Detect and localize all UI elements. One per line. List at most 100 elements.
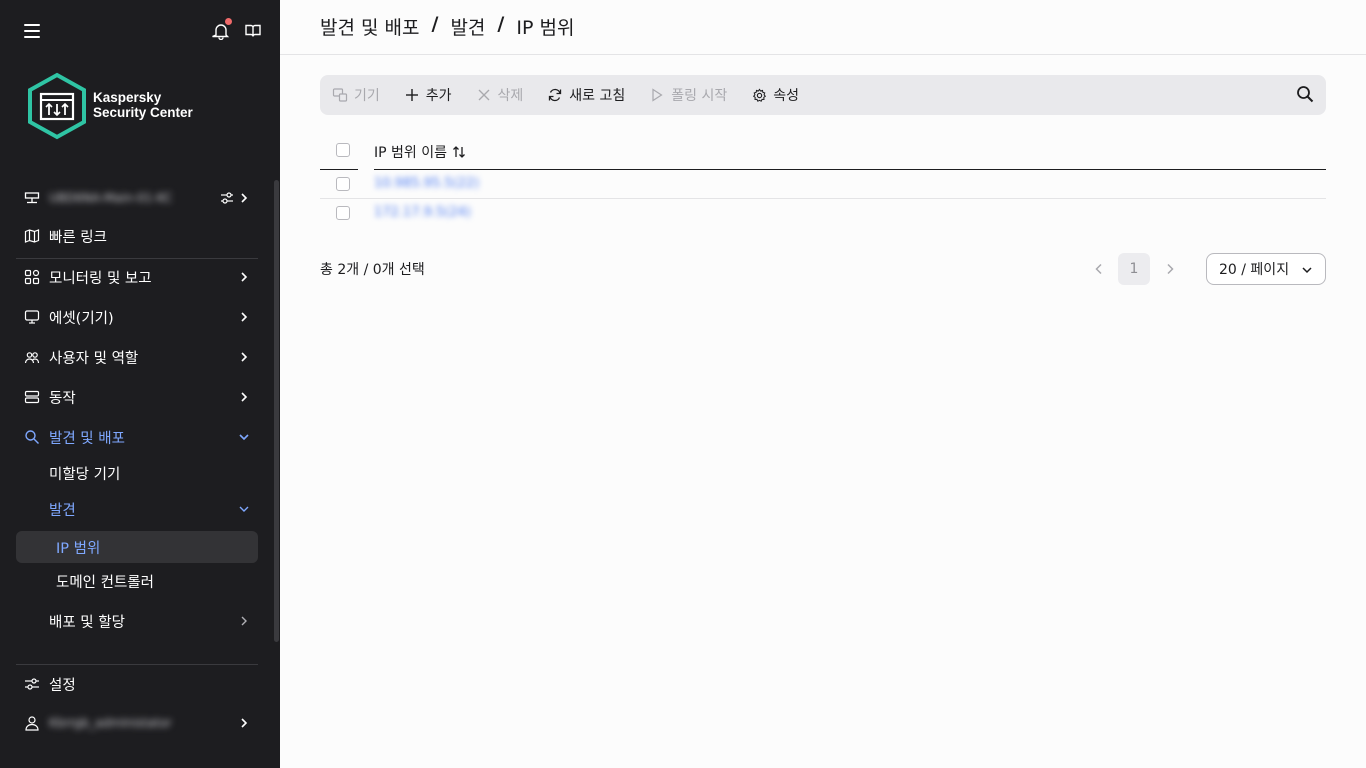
chevron-right-icon: [241, 193, 248, 203]
sidebar-item-quick-links[interactable]: 빠른 링크: [16, 220, 258, 252]
breadcrumb-separator: /: [497, 13, 505, 35]
sidebar-divider: [16, 664, 258, 665]
table-row[interactable]: 172.17.9.5(24): [320, 199, 1326, 228]
server-settings-icon[interactable]: [220, 191, 234, 209]
sidebar-top: [0, 0, 280, 64]
quick-links-label: 빠른 링크: [49, 229, 107, 246]
chevron-right-icon: [241, 718, 248, 728]
chevron-right-icon: [241, 272, 248, 282]
sidebar-item-ip-ranges[interactable]: IP 범위: [16, 531, 258, 563]
logo-text: Kaspersky Security Center: [93, 90, 193, 120]
play-icon: [649, 87, 665, 103]
select-all-checkbox[interactable]: [336, 143, 350, 157]
sidebar-divider: [16, 258, 258, 259]
devices-label: 기기: [354, 88, 380, 104]
breadcrumb-ip-ranges: IP 범위: [516, 17, 575, 39]
ip-ranges-label: IP 범위: [56, 540, 101, 557]
row-checkbox[interactable]: [336, 177, 350, 191]
sidebar-item-operations[interactable]: 동작: [16, 381, 258, 413]
domain-controllers-label: 도메인 컨트롤러: [56, 574, 154, 591]
search-icon[interactable]: [1296, 85, 1316, 105]
sidebar-item-settings[interactable]: 설정: [16, 668, 258, 700]
logo-line1: Kaspersky: [93, 90, 162, 105]
delete-button[interactable]: 삭제: [464, 75, 536, 115]
chevron-right-icon: [241, 616, 247, 626]
page-size-select[interactable]: 20 / 페이지: [1206, 253, 1326, 285]
server-name: UBD6NA-Main-01-KC: [49, 191, 173, 205]
sidebar-item-unassigned-devices[interactable]: 미할당 기기: [16, 457, 258, 489]
sidebar-item-domain-controllers[interactable]: 도메인 컨트롤러: [16, 565, 258, 597]
ip-ranges-table: IP 범위 이름 10.985.95.5(22) 172.17.9.5(24): [320, 131, 1326, 228]
notification-bell-icon[interactable]: [212, 18, 232, 42]
page-size-value: 20 / 페이지: [1219, 262, 1290, 278]
search-icon: [24, 429, 40, 445]
sidebar-item-discovery[interactable]: 발견: [16, 493, 258, 525]
plus-icon: [404, 87, 420, 103]
breadcrumb-discovery[interactable]: 발견: [450, 13, 485, 40]
discovery-label: 발견: [49, 502, 76, 519]
deploy-assign-label: 배포 및 할당: [49, 614, 125, 631]
sidebar-item-users-roles[interactable]: 사용자 및 역할: [16, 341, 258, 373]
dashboard-icon: [24, 269, 40, 285]
devices-icon: [332, 87, 348, 103]
kaspersky-logo: Kaspersky Security Center: [26, 72, 246, 140]
add-button[interactable]: 추가: [392, 75, 464, 115]
current-page-button[interactable]: 1: [1118, 253, 1150, 285]
column-header-label: IP 범위 이름: [374, 145, 447, 161]
sidebar-item-monitoring[interactable]: 모니터링 및 보고: [16, 261, 258, 293]
properties-label: 속성: [773, 88, 800, 104]
start-polling-button[interactable]: 폴링 시작: [637, 75, 739, 115]
breadcrumb-separator: /: [431, 13, 439, 35]
users-icon: [24, 349, 40, 365]
settings-sliders-icon: [24, 676, 40, 692]
breadcrumb: 발견 및 배포 / 발견 / IP 범위: [320, 13, 574, 40]
refresh-icon: [547, 87, 563, 103]
page-header: 발견 및 배포 / 발견 / IP 범위: [280, 0, 1366, 55]
row-checkbox[interactable]: [336, 206, 350, 220]
user-icon: [24, 715, 40, 731]
sidebar-item-user[interactable]: Kbrrgb_admInistator: [16, 707, 258, 739]
breadcrumb-discovery-deploy[interactable]: 발견 및 배포: [320, 13, 419, 40]
column-header-ip-range-name[interactable]: IP 범위 이름: [374, 142, 466, 162]
table-footer: 총 2개 / 0개 선택 1 20 / 페이지: [320, 253, 1326, 285]
discovery-deploy-label: 발견 및 배포: [49, 430, 125, 447]
delete-label: 삭제: [497, 88, 524, 104]
add-label: 추가: [425, 88, 452, 104]
operations-icon: [24, 389, 40, 405]
sidebar-item-deploy-assign[interactable]: 배포 및 할당: [16, 605, 258, 637]
chevron-right-icon[interactable]: [1163, 262, 1177, 276]
ip-range-link[interactable]: 10.985.95.5(22): [374, 176, 479, 191]
sidebar-item-assets[interactable]: 에셋(기기): [16, 301, 258, 333]
logo-line2: Security Center: [93, 105, 193, 120]
settings-label: 설정: [49, 677, 76, 694]
assets-label: 에셋(기기): [49, 310, 114, 327]
sidebar-item-discovery-deploy[interactable]: 발견 및 배포: [16, 421, 258, 453]
devices-button[interactable]: 기기: [320, 75, 392, 115]
ip-range-link[interactable]: 172.17.9.5(24): [374, 205, 471, 220]
book-icon[interactable]: [244, 22, 264, 42]
sort-icon[interactable]: [452, 145, 466, 159]
toolbar: 기기 추가 삭제 새로 고침 폴링 시작 속성: [320, 75, 1326, 115]
monitor-icon: [24, 309, 40, 325]
refresh-label: 새로 고침: [569, 88, 626, 104]
notification-dot: [225, 18, 232, 25]
chevron-left-icon[interactable]: [1092, 262, 1106, 276]
refresh-button[interactable]: 새로 고침: [535, 75, 637, 115]
chevron-right-icon: [241, 312, 248, 322]
operations-label: 동작: [49, 390, 76, 407]
properties-button[interactable]: 속성: [739, 75, 811, 115]
menu-icon[interactable]: [24, 24, 40, 40]
map-icon: [24, 228, 40, 244]
sidebar: Kaspersky Security Center UBD6NA-Main-01…: [0, 0, 280, 768]
chevron-down-icon: [239, 506, 249, 512]
selection-summary: 총 2개 / 0개 선택: [320, 262, 425, 278]
server-icon: [24, 190, 40, 206]
chevron-down-icon: [1302, 267, 1312, 274]
user-name: Kbrrgb_admInistator: [49, 716, 172, 730]
chevron-right-icon: [241, 392, 248, 402]
server-selector[interactable]: UBD6NA-Main-01-KC: [16, 182, 258, 214]
gear-icon: [751, 87, 767, 103]
start-polling-label: 폴링 시작: [671, 88, 728, 104]
sidebar-scrollbar[interactable]: [274, 180, 279, 642]
table-row[interactable]: 10.985.95.5(22): [320, 170, 1326, 199]
